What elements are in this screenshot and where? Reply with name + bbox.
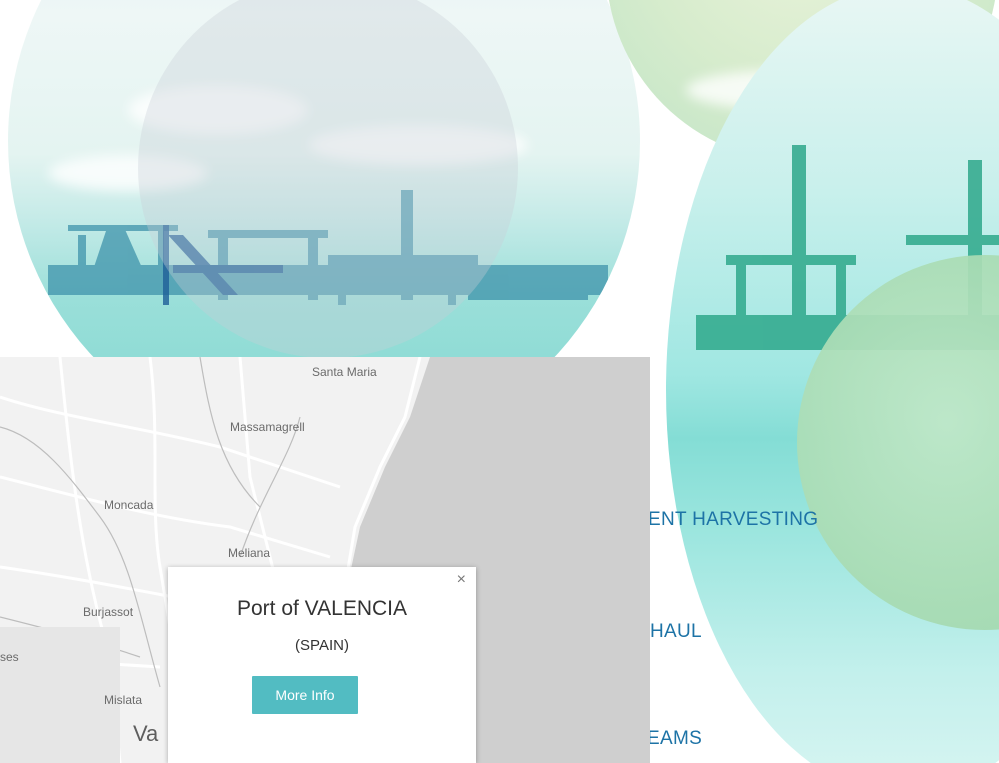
map-label-santa-maria: Santa Maria	[312, 365, 377, 379]
map-label-burjassot: Burjassot	[83, 605, 134, 619]
nav-link-harvesting[interactable]: ENT HARVESTING	[648, 509, 818, 531]
nav-link-teams[interactable]: EAMS	[647, 728, 702, 750]
popup-subtitle: (SPAIN)	[295, 637, 349, 654]
map-label-meliana: Meliana	[228, 546, 271, 560]
map-label-massamagrell: Massamagrell	[230, 420, 305, 434]
more-info-button[interactable]: More Info	[252, 676, 358, 714]
popup-title: Port of VALENCIA	[236, 597, 407, 620]
map-label-valencia: Va	[133, 721, 159, 746]
nav-link-haul[interactable]: HAUL	[650, 621, 702, 643]
map-label-partial: ses	[0, 650, 19, 664]
port-info-popup: × Port of VALENCIA (SPAIN) More Info	[168, 567, 476, 763]
map-label-moncada: Moncada	[104, 498, 154, 512]
close-icon[interactable]: ×	[457, 571, 466, 589]
map-label-mislata: Mislata	[104, 693, 143, 707]
